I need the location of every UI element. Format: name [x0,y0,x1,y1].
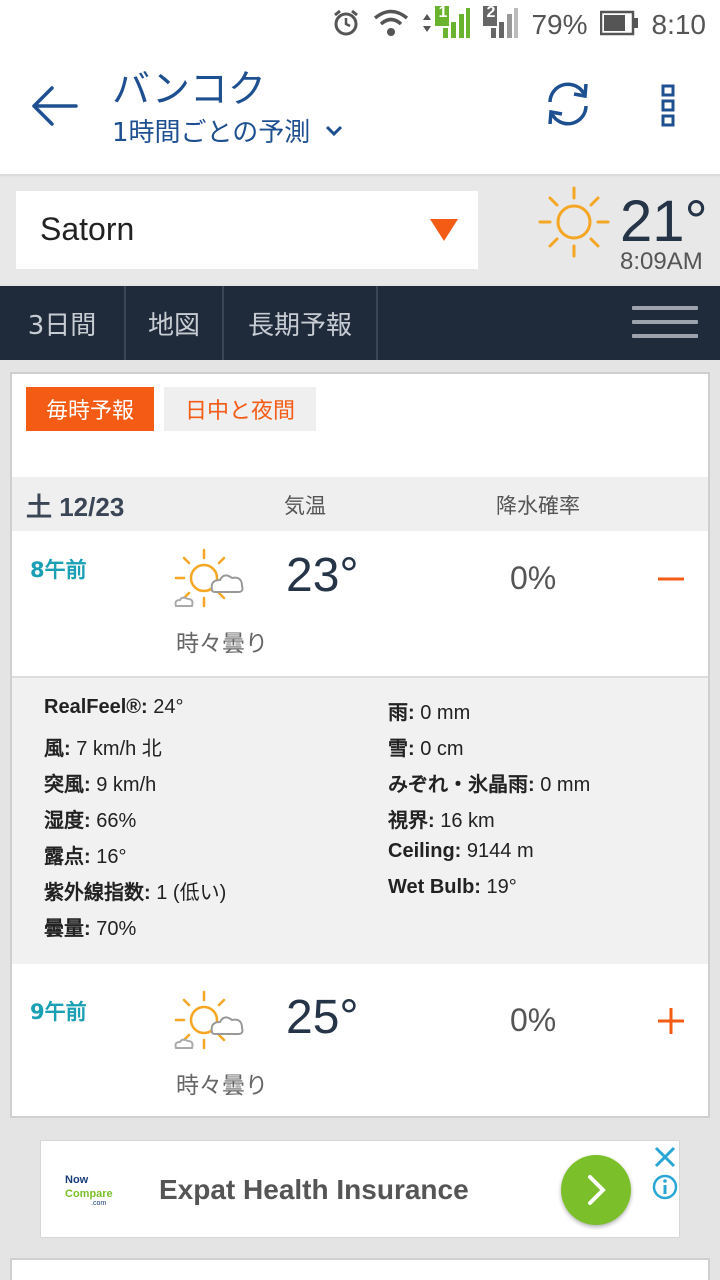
precip-probability: 0% [510,1002,557,1038]
partly-cloudy-icon [174,548,244,608]
page-subtitle: 1時間ごとの予測 [112,118,311,148]
overflow-menu-button[interactable] [656,84,680,128]
close-icon[interactable] [651,1143,679,1171]
detail-gust: 突風: 9 km/h [44,774,157,796]
collapse-icon[interactable] [654,562,688,596]
current-temperature: 21° [620,189,708,254]
detail-dew-point: 露点: 16° [44,846,127,868]
chevron-down-icon [326,125,343,136]
location-row: Satorn 21° 8:09AM [0,178,720,284]
battery-icon [599,9,640,41]
detail-realfeel: RealFeel®: 24° [44,696,184,718]
app-bar: バンコク 1時間ごとの予測 [0,50,720,176]
status-bar: 1 2 79% 8:10 [0,0,720,50]
location-select[interactable]: Satorn [16,191,478,269]
battery-percent: 79% [531,9,588,40]
refresh-icon [548,82,588,126]
logo-line-1: Now [65,1174,89,1186]
detail-visibility: 視界: 16 km [388,810,495,832]
hourly-forecast-card: 毎時予報 日中と夜間 土 12/23 気温 降水確率 8午前 時々曇り 23° … [10,372,710,1118]
signal-sim2-icon: 2 [483,4,519,44]
ad-headline: Expat Health Insurance [159,1174,469,1205]
overflow-menu-icon [661,84,675,127]
hour-details-panel: RealFeel®: 24° 風: 7 km/h 北 突風: 9 km/h 湿度… [12,676,708,964]
page-title: バンコク [112,67,266,111]
column-temp: 気温 [284,494,326,518]
advertiser-logo: Now Compare .com [65,1174,135,1208]
forecast-mode-dropdown[interactable]: 1時間ごとの予測 [112,112,344,149]
detail-humidity: 湿度: 66% [44,810,137,832]
tab-hourly[interactable]: 毎時予報 [26,387,154,431]
back-arrow-icon [32,86,78,126]
alarm-icon [331,8,361,42]
wifi-icon [373,8,409,42]
tab-3day[interactable]: 3日間 [0,286,126,360]
nav-bar: 3日間 地図 長期予報 [0,286,720,360]
details-left-column: RealFeel®: 24° 風: 7 km/h 北 突風: 9 km/h 湿度… [44,696,226,948]
weather-phrase: 時々曇り [176,631,268,657]
weather-phrase: 時々曇り [176,1073,268,1099]
forecast-header: 土 12/23 気温 降水確率 [12,477,708,531]
logo-suffix: .com [91,1200,107,1207]
chevron-right-icon [588,1175,606,1205]
info-icon[interactable] [651,1173,679,1201]
ad-banner[interactable]: Now Compare .com Expat Health Insurance [40,1140,680,1238]
detail-snow: 雪: 0 cm [388,738,464,760]
signal-sim1-icon: 1 [421,4,471,44]
hour-temperature: 23° [286,549,359,602]
status-icons: 1 2 79% 8:10 [331,4,707,44]
hour-time: 8午前 [30,558,87,582]
forecast-date: 土 12/23 [26,492,125,522]
detail-cloud-cover: 曇量: 70% [44,918,137,940]
logo-line-2: Compare [65,1186,135,1200]
expand-icon[interactable] [654,1004,688,1038]
detail-rain: 雨: 0 mm [388,702,471,724]
detail-ice: みぞれ・氷晶雨: 0 mm [388,774,591,796]
next-card [10,1258,710,1280]
hour-temperature: 25° [286,991,359,1044]
dropdown-caret-icon [430,219,458,241]
current-time: 8:09AM [620,248,703,275]
sunny-icon [538,186,610,258]
clock: 8:10 [651,9,707,40]
detail-wet-bulb: Wet Bulb: 19° [388,876,517,898]
hour-row[interactable]: 8午前 時々曇り 23° 0% [12,534,708,676]
hamburger-menu-icon[interactable] [632,306,698,340]
ad-go-button[interactable] [561,1155,631,1225]
detail-uv-index: 紫外線指数: 1 (低い) [44,882,227,904]
hour-row[interactable]: 9午前 時々曇り 25° 0% [12,976,708,1116]
logo-word: Compare [65,1188,113,1200]
hour-time: 9午前 [30,1000,87,1024]
tab-long-range[interactable]: 長期予報 [224,286,378,360]
refresh-button[interactable] [540,76,596,132]
back-button[interactable] [28,78,84,134]
partly-cloudy-icon [174,990,244,1050]
detail-wind: 風: 7 km/h 北 [44,738,162,760]
tab-map[interactable]: 地図 [126,286,224,360]
details-right-column: 雨: 0 mm 雪: 0 cm みぞれ・氷晶雨: 0 mm 視界: 16 km … [388,696,590,912]
tab-day-night[interactable]: 日中と夜間 [164,387,316,431]
location-name: Satorn [40,211,135,247]
column-precip: 降水確率 [496,494,580,518]
detail-ceiling: Ceiling: 9144 m [388,840,534,862]
sim2-label: 2 [486,4,496,21]
sim1-label: 1 [438,4,448,21]
precip-probability: 0% [510,560,557,596]
